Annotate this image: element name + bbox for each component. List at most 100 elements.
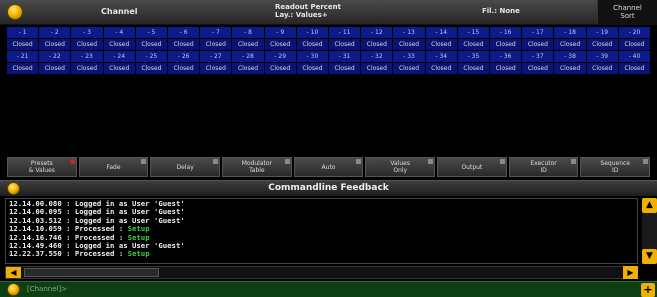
channel-state-cell[interactable]: Closed [7,63,39,74]
channel-state-cell[interactable]: Closed [329,63,361,74]
channel-state-cell[interactable]: Closed [554,63,586,74]
function-button[interactable]: Output [437,157,507,177]
channel-number-cell[interactable]: - 4 [103,27,135,38]
channel-number-cell[interactable]: - 22 [39,51,71,62]
channel-number-cell[interactable]: - 10 [296,27,329,38]
scrollbar-thumb[interactable] [24,268,159,277]
channel-state-cell[interactable]: Closed [522,63,554,74]
channel-state-cell[interactable]: Closed [522,39,554,50]
channel-state-cell[interactable]: Closed [361,63,393,74]
channel-number-cell[interactable]: - 15 [457,27,490,38]
channel-number-cell[interactable]: - 12 [361,27,393,38]
channel-state-cell[interactable]: Closed [168,39,200,50]
channel-state-cell[interactable]: Closed [393,63,425,74]
channel-state-cell[interactable]: Closed [103,63,135,74]
channel-state-cell[interactable]: Closed [329,39,361,50]
channel-number-cell[interactable]: - 36 [490,51,522,62]
scroll-down-icon[interactable]: ▼ [642,249,657,264]
channel-state-cell[interactable]: Closed [71,63,103,74]
channel-state-cell[interactable]: Closed [586,39,618,50]
channel-number-cell[interactable]: - 29 [264,51,296,62]
channel-number-cell[interactable]: - 26 [168,51,200,62]
command-prompt[interactable]: [Channel]> [27,285,67,293]
function-button[interactable]: Modulator Table [222,157,292,177]
channel-number-cell[interactable]: - 7 [200,27,232,38]
channel-number-cell[interactable]: - 23 [71,51,103,62]
channel-state-cell[interactable]: Closed [361,39,393,50]
channel-number-cell[interactable]: - 34 [425,51,457,62]
channel-state-cell[interactable]: Closed [232,63,264,74]
cmdline-orb-icon[interactable] [7,283,20,296]
add-icon[interactable]: + [641,283,655,297]
channel-state-cell[interactable]: Closed [135,39,168,50]
channel-state-cell[interactable]: Closed [39,39,71,50]
channel-state-cell[interactable]: Closed [425,39,457,50]
channel-number-cell[interactable]: - 25 [135,51,168,62]
channel-number-cell[interactable]: - 30 [296,51,329,62]
channel-state-cell[interactable]: Closed [457,39,490,50]
channel-state-cell[interactable]: Closed [393,39,425,50]
function-button[interactable]: Presets & Values [7,157,77,177]
channel-state-cell[interactable]: Closed [200,63,232,74]
channel-state-cell[interactable]: Closed [232,39,264,50]
channel-state-cell[interactable]: Closed [618,63,651,74]
scroll-right-icon[interactable]: ▶ [623,266,638,279]
readout-info[interactable]: Readout Percent Lay.: Values+ [275,3,341,19]
channel-number-cell[interactable]: - 14 [425,27,457,38]
channel-state-cell[interactable]: Closed [103,39,135,50]
channel-state-cell[interactable]: Closed [554,39,586,50]
channel-state-cell[interactable]: Closed [490,63,522,74]
channel-state-cell[interactable]: Closed [296,39,329,50]
channel-number-cell[interactable]: - 16 [490,27,522,38]
channel-number-cell[interactable]: - 2 [39,27,71,38]
horizontal-scrollbar[interactable]: ◀ [5,266,638,279]
vertical-scrollbar[interactable]: ▲ ▼ [642,198,657,264]
filter-info[interactable]: Fil.: None [482,7,520,15]
channel-number-cell[interactable]: - 9 [264,27,296,38]
channel-number-cell[interactable]: - 24 [103,51,135,62]
function-button[interactable]: Fade [78,157,149,177]
channel-number-cell[interactable]: - 38 [554,51,586,62]
channel-state-cell[interactable]: Closed [135,63,168,74]
channel-number-cell[interactable]: - 13 [393,27,425,38]
function-button[interactable]: Sequence ID [580,157,651,177]
channel-number-cell[interactable]: - 6 [168,27,200,38]
function-button[interactable]: Executor ID [508,157,579,177]
channel-state-cell[interactable]: Closed [264,63,296,74]
scroll-left-icon[interactable]: ◀ [6,267,21,278]
function-button[interactable]: Auto [293,157,364,177]
channel-number-cell[interactable]: - 35 [457,51,490,62]
channel-number-cell[interactable]: - 28 [232,51,264,62]
channel-number-cell[interactable]: - 11 [329,27,361,38]
command-line[interactable]: [Channel]> + [0,281,657,297]
channel-state-cell[interactable]: Closed [39,63,71,74]
channel-number-cell[interactable]: - 21 [7,51,39,62]
menu-orb-icon[interactable] [7,4,23,20]
channel-number-cell[interactable]: - 40 [618,51,651,62]
function-button[interactable]: Values Only [365,157,436,177]
scroll-up-icon[interactable]: ▲ [642,198,657,213]
channel-number-cell[interactable]: - 19 [586,27,618,38]
channel-number-cell[interactable]: - 18 [554,27,586,38]
channel-number-cell[interactable]: - 32 [361,51,393,62]
channel-number-cell[interactable]: - 3 [71,27,103,38]
channel-state-cell[interactable]: Closed [425,63,457,74]
channel-state-cell[interactable]: Closed [457,63,490,74]
channel-number-cell[interactable]: - 33 [393,51,425,62]
channel-state-cell[interactable]: Closed [296,63,329,74]
function-button[interactable]: Delay [150,157,221,177]
channel-number-cell[interactable]: - 20 [618,27,651,38]
channel-number-cell[interactable]: - 27 [200,51,232,62]
channel-number-cell[interactable]: - 1 [7,27,39,38]
channel-number-cell[interactable]: - 17 [522,27,554,38]
channel-state-cell[interactable]: Closed [7,39,39,50]
channel-state-cell[interactable]: Closed [168,63,200,74]
channel-number-cell[interactable]: - 8 [232,27,264,38]
channel-number-cell[interactable]: - 37 [522,51,554,62]
channel-state-cell[interactable]: Closed [200,39,232,50]
channel-state-cell[interactable]: Closed [618,39,651,50]
channel-state-cell[interactable]: Closed [586,63,618,74]
channel-state-cell[interactable]: Closed [490,39,522,50]
channel-number-cell[interactable]: - 39 [586,51,618,62]
channel-sort-button[interactable]: Channel Sort [597,0,657,25]
